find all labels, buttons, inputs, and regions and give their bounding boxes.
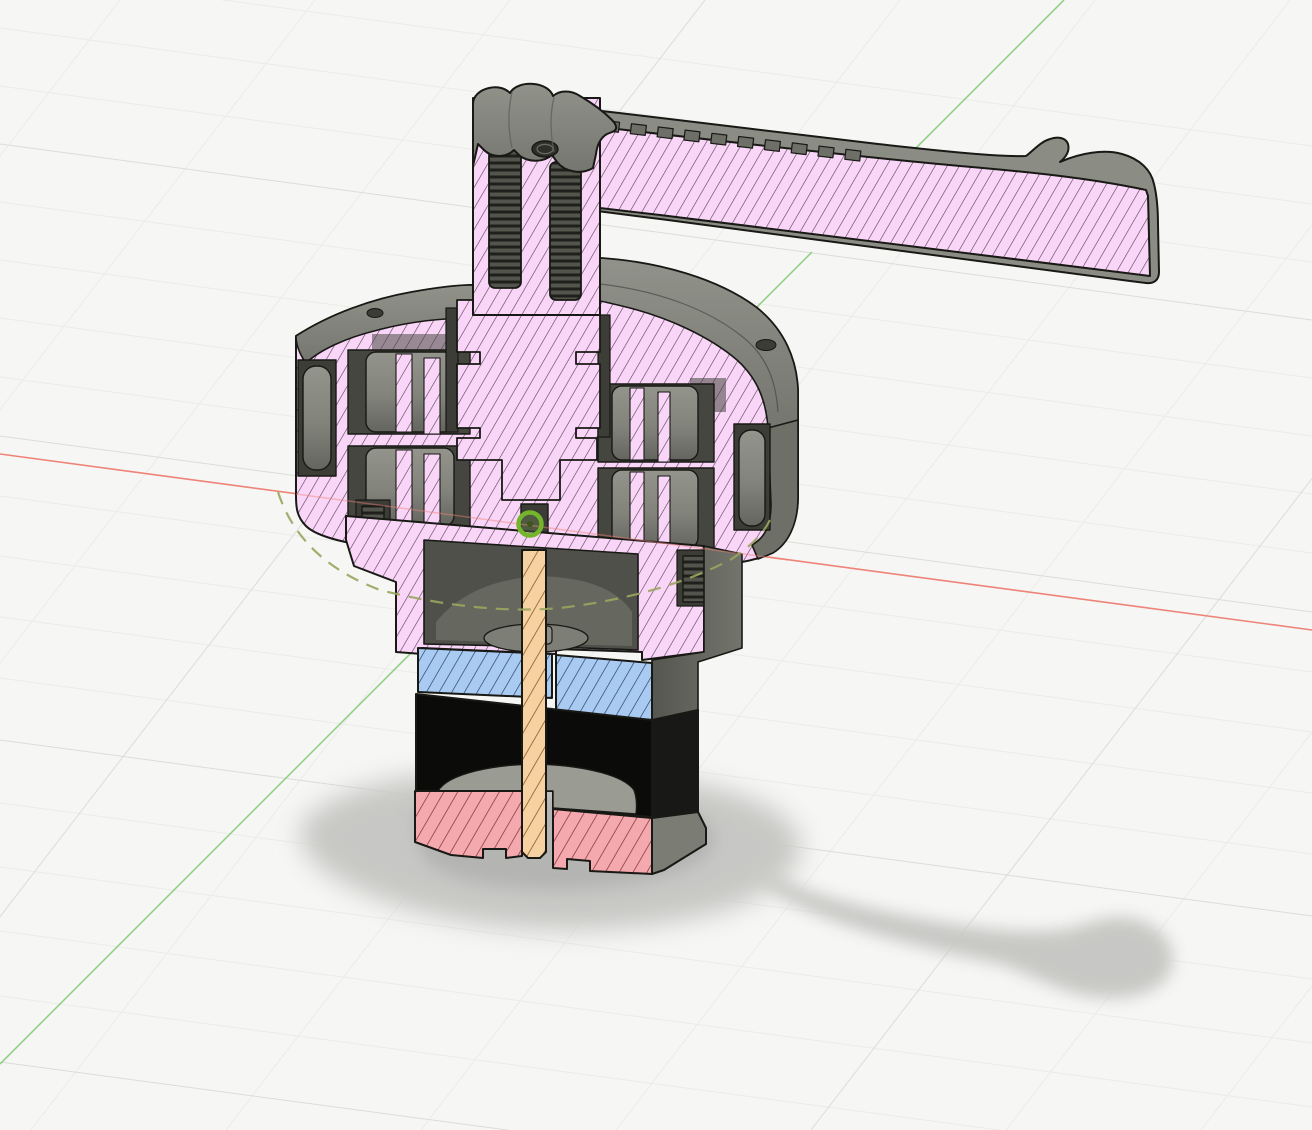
wall-pin[interactable] (738, 429, 766, 527)
drive-shaft[interactable] (521, 549, 547, 859)
housing-screw[interactable] (682, 555, 706, 603)
ratchet-tooth (817, 145, 835, 159)
planet-gear-cylinder[interactable] (611, 469, 699, 549)
housing-screw-hole (366, 308, 384, 318)
gear-tooth-section (423, 453, 441, 529)
gear-tooth-section (395, 353, 413, 433)
cap-threaded-hole (531, 140, 559, 158)
gear-tooth-section (629, 471, 645, 549)
ratchet-tooth (763, 139, 782, 153)
gear-tooth-section (657, 391, 671, 463)
cad-viewport[interactable] (0, 0, 1312, 1130)
gear-tooth-section (423, 357, 441, 435)
ratchet-tooth (656, 126, 674, 140)
planet-gear-cylinder[interactable] (611, 385, 699, 461)
ratchet-tooth (683, 129, 701, 143)
motor-base-right[interactable] (552, 808, 653, 875)
housing-screw-hole (755, 339, 777, 351)
gear-tooth-section (657, 475, 671, 551)
cap-screw-right[interactable] (549, 161, 582, 301)
ratchet-tooth (736, 135, 755, 149)
gear-tooth-section (629, 387, 645, 461)
ratchet-tooth (629, 123, 647, 137)
motor-body-side (651, 709, 699, 818)
motor-base-left[interactable] (414, 790, 523, 859)
cap-screw-left[interactable] (488, 149, 522, 289)
lever-stem[interactable] (472, 82, 618, 316)
section-manipulator-dot (527, 521, 533, 527)
viewport-canvas (0, 0, 1312, 1130)
ratchet-tooth (790, 142, 808, 156)
gear-tooth-section (395, 449, 413, 527)
ratchet-tooth (710, 132, 728, 146)
ratchet-tooth (844, 148, 862, 162)
wall-pin[interactable] (302, 365, 332, 471)
